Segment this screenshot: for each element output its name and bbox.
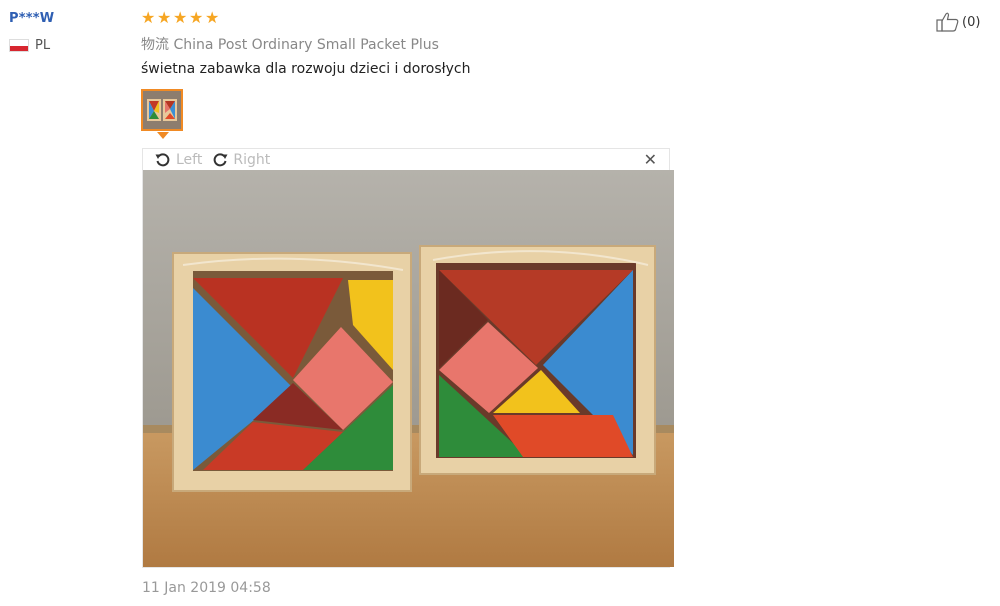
photo-viewer-toolbar: Left Right ✕ [143,149,669,170]
thumbnail-pointer [157,132,169,139]
star-icon: ★ [141,8,156,27]
photo-viewer: Left Right ✕ [142,148,674,568]
thumbnail-image [143,91,181,129]
star-icon: ★ [157,8,172,27]
rotate-right-button[interactable]: Right [212,152,270,168]
country-code: PL [35,38,51,53]
reviewer-name: P***W [9,11,55,26]
poland-flag-icon [9,39,29,52]
rotate-left-button[interactable]: Left [155,152,202,168]
review-card: P***W PL ★ ★ ★ ★ ★ 物流 China Post Ordinar… [0,0,1000,606]
star-icon: ★ [189,8,204,27]
review-photo-thumbnail[interactable] [141,89,183,131]
review-date: 11 Jan 2019 04:58 [142,580,271,596]
star-rating: ★ ★ ★ ★ ★ [141,8,220,27]
thumbs-up-icon [936,12,959,32]
shipping-method: 物流 China Post Ordinary Small Packet Plus [141,37,439,53]
rotate-left-label: Left [176,151,203,168]
close-icon[interactable]: ✕ [644,150,657,169]
review-text: świetna zabawka dla rozwoju dzieci i dor… [141,61,471,77]
rotate-right-icon [214,152,228,166]
reviewer-country: PL [9,38,50,53]
review-photo [143,170,674,567]
helpful-button[interactable]: (0) [936,12,980,32]
helpful-count: (0) [962,14,981,30]
rotate-right-label: Right [233,151,271,168]
star-icon: ★ [205,8,220,27]
rotate-left-icon [155,152,170,166]
star-icon: ★ [173,8,188,27]
